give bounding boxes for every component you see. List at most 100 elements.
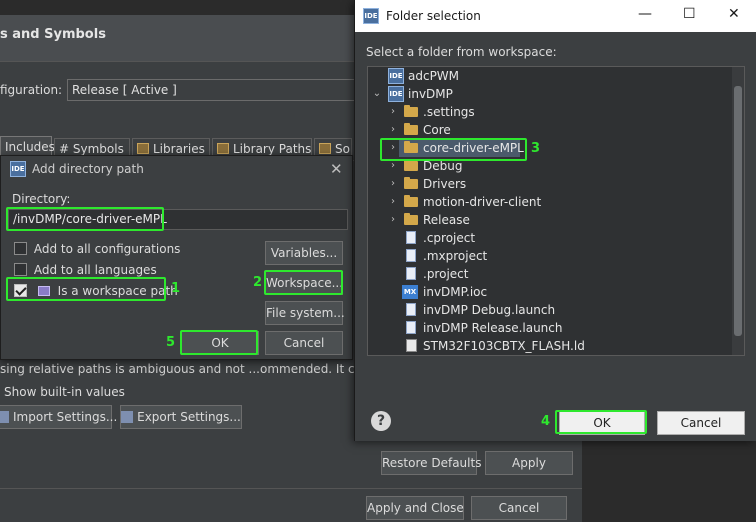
highlight-directory-input (6, 207, 164, 231)
chevron-right-icon[interactable]: › (388, 121, 398, 139)
chevron-right-icon[interactable]: › (388, 175, 398, 193)
tab-source-label: So (335, 142, 350, 156)
folder-selection-titlebar: IDE Folder selection — ☐ ✕ (355, 0, 756, 32)
file-icon (406, 267, 416, 280)
show-builtin-row[interactable]: Show built-in values (0, 385, 125, 399)
checkbox-box[interactable] (14, 263, 27, 276)
step-number-3: 3 (531, 141, 541, 156)
directory-label: Directory: (12, 192, 71, 206)
checkbox-box[interactable] (14, 242, 27, 255)
source-icon (319, 143, 331, 154)
add-all-languages-checkbox[interactable]: Add to all languages (14, 263, 157, 277)
folder-icon (404, 177, 418, 189)
chevron-right-icon[interactable]: › (388, 211, 398, 229)
tree-item-label: .settings (423, 105, 475, 119)
tab-symbols-label: # Symbols (59, 142, 124, 156)
highlight-core-driver-folder (380, 138, 527, 161)
tree-item-label: .cproject (423, 231, 476, 245)
tree-item-cproject[interactable]: .cproject (368, 229, 732, 247)
tree-item-label: STM32F103CBTX_FLASH.ld (423, 339, 585, 353)
highlight-folder-ok (555, 410, 647, 434)
folder-selection-dialog: IDE Folder selection — ☐ ✕ Select a fold… (354, 0, 756, 441)
chevron-right-icon[interactable]: › (388, 103, 398, 121)
linker-file-icon (406, 339, 417, 352)
file-icon (406, 231, 416, 244)
tree-item-project[interactable]: .project (368, 265, 732, 283)
maximize-icon[interactable]: ☐ (683, 6, 696, 22)
tree-item-release-launch[interactable]: invDMP Release.launch (368, 319, 732, 337)
tree-item-label: invDMP Release.launch (423, 321, 563, 335)
close-icon[interactable]: ✕ (728, 6, 740, 22)
launch-file-icon (406, 321, 416, 334)
tree-item-label: invDMP Debug.launch (423, 303, 556, 317)
tree-item-flash-ld[interactable]: STM32F103CBTX_FLASH.ld (368, 337, 732, 355)
step-number-5: 5 (166, 335, 176, 350)
tab-libraries-label: Libraries (153, 142, 205, 156)
folder-selection-title: Folder selection (386, 9, 481, 23)
tree-item-core[interactable]: › Core (368, 121, 732, 139)
add-directory-cancel-button[interactable]: Cancel (265, 331, 343, 355)
folder-cancel-button[interactable]: Cancel (657, 411, 745, 435)
add-directory-titlebar: IDE Add directory path ✕ (1, 156, 352, 182)
tree-item-label: invDMP (408, 87, 453, 101)
library-path-icon (217, 143, 229, 154)
tree-item-debug-launch[interactable]: invDMP Debug.launch (368, 301, 732, 319)
project-icon: IDE (388, 68, 404, 84)
configuration-label: figuration: (0, 83, 63, 97)
workspace-tree[interactable]: IDE adcPWM ⌄ IDE invDMP › .settings › Co… (367, 66, 745, 356)
tree-item-adcpwm[interactable]: IDE adcPWM (368, 67, 732, 85)
tree-item-label: motion-driver-client (423, 195, 542, 209)
show-builtin-label: Show built-in values (4, 385, 125, 399)
variables-button[interactable]: Variables... (265, 241, 343, 265)
tree-item-settings[interactable]: › .settings (368, 103, 732, 121)
tree-item-drivers[interactable]: › Drivers (368, 175, 732, 193)
tree-item-label: .mxproject (423, 249, 488, 263)
minimize-icon[interactable]: — (638, 6, 652, 22)
import-settings-button[interactable]: Import Settings... (0, 405, 117, 429)
add-all-languages-label: Add to all languages (33, 263, 157, 277)
ide-app-icon: IDE (363, 8, 379, 24)
relative-path-warning: sing relative paths is ambiguous and not… (0, 362, 409, 376)
add-all-configs-checkbox[interactable]: Add to all configurations (14, 242, 180, 256)
restore-defaults-button[interactable]: Restore Defaults (381, 451, 481, 475)
export-settings-button[interactable]: Export Settings... (120, 405, 242, 429)
tree-item-release[interactable]: › Release (368, 211, 732, 229)
folder-icon (404, 123, 418, 135)
step-number-4: 4 (541, 414, 551, 429)
step-number-1: 1 (171, 281, 181, 296)
tree-item-label: Drivers (423, 177, 467, 191)
folder-icon (404, 195, 418, 207)
import-icon (0, 411, 9, 423)
folder-icon (404, 105, 418, 117)
bottom-separator (0, 488, 582, 489)
folder-icon (404, 213, 418, 225)
highlight-add-dir-ok (180, 330, 258, 355)
close-icon[interactable]: ✕ (330, 160, 343, 178)
add-directory-dialog: IDE Add directory path ✕ Directory: /inv… (0, 155, 353, 360)
library-icon (137, 143, 149, 154)
highlight-workspace-button (264, 270, 343, 295)
properties-cancel-button[interactable]: Cancel (471, 496, 567, 520)
tab-library-paths-label: Library Paths (233, 142, 312, 156)
tree-item-label: adcPWM (408, 69, 460, 83)
file-icon (406, 249, 416, 262)
tree-item-label: Core (423, 123, 451, 137)
add-all-configs-label: Add to all configurations (33, 242, 181, 256)
mx-icon: MX (402, 285, 418, 299)
launch-file-icon (406, 303, 416, 316)
folder-icon (404, 159, 418, 171)
step-number-2: 2 (253, 275, 263, 290)
apply-and-close-button[interactable]: Apply and Close (366, 496, 464, 520)
tree-item-motion-driver-client[interactable]: › motion-driver-client (368, 193, 732, 211)
help-icon[interactable]: ? (371, 411, 391, 431)
tree-item-invdmp[interactable]: ⌄ IDE invDMP (368, 85, 732, 103)
tree-scrollbar-thumb[interactable] (734, 86, 742, 336)
import-settings-label: Import Settings... (13, 410, 118, 424)
chevron-down-icon[interactable]: ⌄ (372, 85, 382, 103)
tree-item-mxproject[interactable]: .mxproject (368, 247, 732, 265)
file-system-button[interactable]: File system... (265, 301, 345, 325)
tree-item-invdmp-ioc[interactable]: MX invDMP.ioc (368, 283, 732, 301)
highlight-workspace-checkbox (6, 277, 166, 301)
chevron-right-icon[interactable]: › (388, 193, 398, 211)
apply-button[interactable]: Apply (485, 451, 573, 475)
